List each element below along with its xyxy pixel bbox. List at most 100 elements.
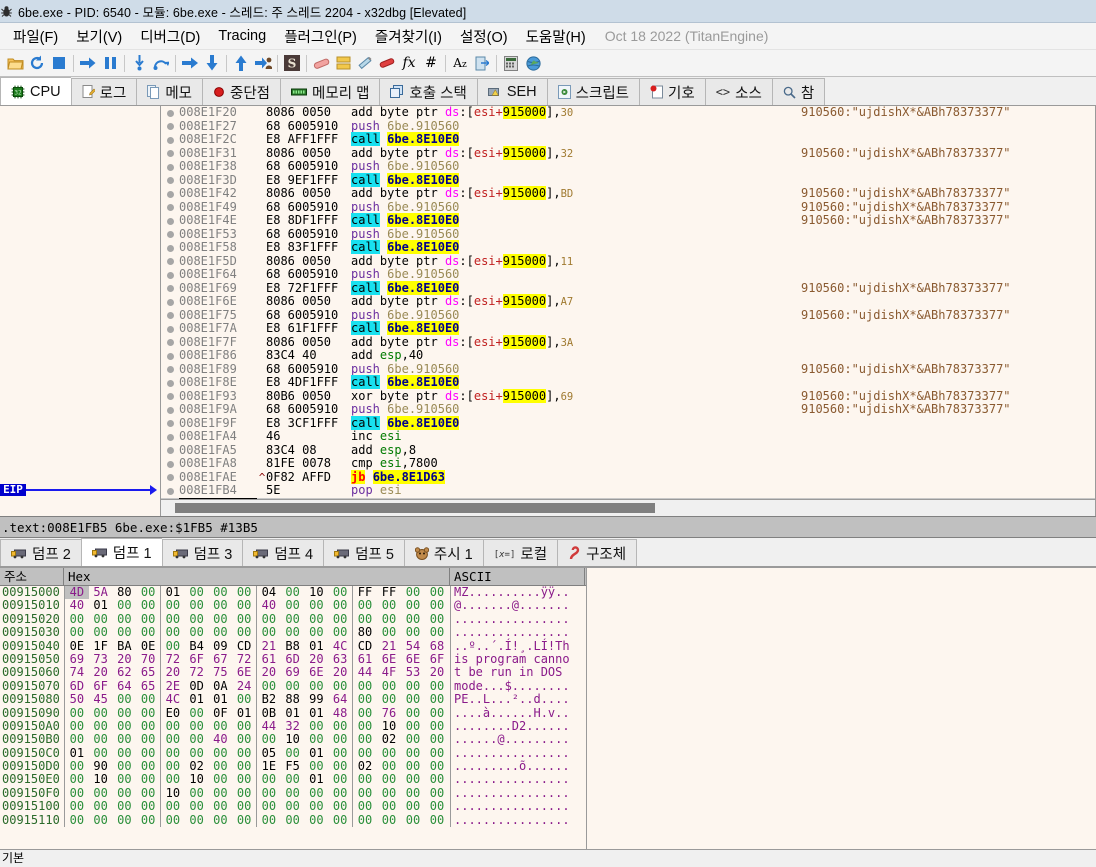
patch-icon[interactable] bbox=[310, 52, 332, 74]
tab-dump-5[interactable]: 덤프 5 bbox=[323, 539, 404, 566]
disassembly-row[interactable]: 008E1F3D E8 9EF1FFF call 6be.8E10E0 bbox=[161, 172, 1095, 188]
hex-byte[interactable]: CD bbox=[232, 639, 256, 653]
hex-byte[interactable]: 10 bbox=[305, 585, 329, 599]
disassembly-row[interactable]: 008E1FB4 5E pop esi bbox=[161, 483, 1095, 498]
hex-row-ascii[interactable]: ..º..´.Í!¸.LÍ!Th bbox=[450, 639, 585, 653]
disassembly-row[interactable]: 008E1F5D 8086 0050 add byte ptr ds:[esi+91… bbox=[161, 253, 1095, 269]
hex-byte[interactable]: 00 bbox=[377, 799, 401, 813]
hex-byte[interactable]: 01 bbox=[305, 639, 329, 653]
hex-byte[interactable]: 80 bbox=[113, 585, 137, 599]
hex-byte[interactable]: 6F bbox=[425, 652, 449, 666]
hex-byte[interactable]: 4F bbox=[377, 665, 401, 679]
hex-byte[interactable]: 00 bbox=[113, 773, 137, 787]
hex-byte[interactable]: 00 bbox=[89, 612, 113, 626]
hex-byte[interactable]: 6E bbox=[401, 652, 425, 666]
disassembly-row[interactable]: 008E1F69 E8 72F1FFF call 6be.8E10E0 910560:… bbox=[161, 280, 1095, 296]
hex-byte[interactable]: 00 bbox=[185, 746, 209, 760]
hex-byte[interactable]: 01 bbox=[209, 692, 233, 706]
hex-byte[interactable]: 00 bbox=[401, 773, 425, 787]
breakpoint-dot-icon[interactable] bbox=[167, 204, 174, 211]
breakpoint-dot-icon[interactable] bbox=[167, 312, 174, 319]
hex-byte[interactable]: 00 bbox=[281, 598, 305, 612]
hex-byte[interactable]: 00 bbox=[353, 598, 377, 612]
hex-byte[interactable]: 68 bbox=[425, 639, 449, 653]
hex-byte[interactable]: 10 bbox=[281, 732, 305, 746]
hex-byte[interactable]: 00 bbox=[377, 679, 401, 693]
hex-byte[interactable]: 00 bbox=[136, 746, 160, 760]
hex-byte[interactable]: 02 bbox=[185, 759, 209, 773]
disassembly-row[interactable]: 008E1F93 80B6 0050 xor byte ptr ds:[esi+91… bbox=[161, 388, 1095, 404]
disassembly-row[interactable]: 008E1F86 83C4 40 add esp,40 bbox=[161, 348, 1095, 363]
hex-byte[interactable]: 00 bbox=[161, 813, 185, 827]
hex-row-ascii[interactable]: ................ bbox=[450, 612, 585, 627]
hex-byte[interactable]: 00 bbox=[136, 786, 160, 800]
hex-byte[interactable]: 00 bbox=[209, 625, 233, 639]
hex-byte[interactable]: 00 bbox=[328, 759, 352, 773]
hex-row-ascii[interactable]: ................ bbox=[450, 813, 585, 828]
hex-byte[interactable]: 10 bbox=[161, 786, 185, 800]
hex-byte[interactable]: 00 bbox=[232, 773, 256, 787]
hex-byte[interactable]: 00 bbox=[65, 786, 89, 800]
hash-icon[interactable]: # bbox=[420, 52, 442, 74]
tab-notes[interactable]: 메모 bbox=[136, 78, 202, 105]
breakpoint-dot-icon[interactable] bbox=[167, 285, 174, 292]
tab-dump-1[interactable]: 덤프 1 bbox=[80, 538, 162, 566]
hex-byte[interactable]: 00 bbox=[136, 706, 160, 720]
disassembly-row[interactable]: 008E1F7A E8 61F1FFF call 6be.8E10E0 bbox=[161, 321, 1095, 336]
hex-byte[interactable]: 00 bbox=[161, 639, 185, 653]
hex-byte[interactable]: 00 bbox=[89, 732, 113, 746]
hex-byte[interactable]: 00 bbox=[209, 773, 233, 787]
tab-dump-2[interactable]: 덤프 2 bbox=[0, 539, 81, 566]
hex-byte[interactable]: 00 bbox=[305, 786, 329, 800]
hex-byte[interactable]: 00 bbox=[377, 598, 401, 612]
tab-breakpoints[interactable]: 중단점 bbox=[202, 78, 281, 105]
hex-byte[interactable]: 00 bbox=[328, 598, 352, 612]
hex-byte[interactable]: 00 bbox=[113, 746, 137, 760]
hex-byte[interactable]: FF bbox=[353, 585, 377, 599]
hex-byte[interactable]: 40 bbox=[65, 598, 89, 612]
breakpoint-dot-icon[interactable] bbox=[167, 298, 174, 306]
hex-byte[interactable]: 00 bbox=[328, 679, 352, 693]
hex-byte[interactable]: 2E bbox=[161, 679, 185, 693]
hex-byte[interactable]: 21 bbox=[257, 639, 281, 653]
hex-byte[interactable]: 54 bbox=[401, 639, 425, 653]
hex-row-ascii[interactable]: ................ bbox=[450, 625, 585, 640]
breakpoint-dot-icon[interactable] bbox=[167, 460, 174, 468]
column-header-address[interactable]: 주소 bbox=[0, 568, 64, 585]
hex-byte[interactable]: 00 bbox=[161, 746, 185, 760]
hex-byte[interactable]: 00 bbox=[161, 612, 185, 626]
hex-byte[interactable]: CD bbox=[353, 639, 377, 653]
disassembly-row[interactable]: 008E1F9F E8 3CF1FFF call 6be.8E10E0 bbox=[161, 415, 1095, 431]
pause-icon[interactable] bbox=[99, 52, 121, 74]
hex-byte[interactable]: 6E bbox=[232, 665, 256, 679]
disassembly-row[interactable]: 008E1F8E E8 4DF1FFF call 6be.8E10E0 bbox=[161, 375, 1095, 390]
tab-symbols[interactable]: 기호 bbox=[639, 78, 705, 105]
hex-byte[interactable]: B4 bbox=[185, 639, 209, 653]
hex-byte[interactable]: 00 bbox=[232, 732, 256, 746]
hex-byte[interactable]: 00 bbox=[377, 692, 401, 706]
hex-byte[interactable]: 64 bbox=[328, 692, 352, 706]
disassembly-row[interactable]: 008E1F49 68 6005910 push 6be.910560 910560:… bbox=[161, 200, 1095, 215]
tab-source[interactable]: <> 소스 bbox=[704, 78, 772, 105]
hex-byte[interactable]: 00 bbox=[185, 612, 209, 626]
hex-byte[interactable]: B2 bbox=[257, 692, 281, 706]
hex-byte[interactable]: 00 bbox=[89, 786, 113, 800]
disassembly-row[interactable]: 008E1FAE ^ 0F82 AFFD jb 6be.8E1D63 bbox=[161, 469, 1095, 485]
hex-byte[interactable]: 00 bbox=[209, 598, 233, 612]
hex-byte[interactable]: 99 bbox=[305, 692, 329, 706]
hex-byte[interactable]: 6E bbox=[305, 665, 329, 679]
hex-byte[interactable]: 00 bbox=[425, 692, 449, 706]
restart-icon[interactable] bbox=[26, 52, 48, 74]
hex-byte[interactable]: 00 bbox=[161, 759, 185, 773]
hex-byte[interactable]: 00 bbox=[328, 719, 352, 733]
handles-icon[interactable] bbox=[471, 52, 493, 74]
breakpoint-dot-icon[interactable] bbox=[167, 366, 174, 373]
hex-byte[interactable]: 10 bbox=[185, 773, 209, 787]
hex-byte[interactable]: 00 bbox=[425, 612, 449, 626]
hex-byte[interactable]: 00 bbox=[401, 719, 425, 733]
hex-byte[interactable]: 00 bbox=[425, 773, 449, 787]
hex-row-ascii[interactable]: ................ bbox=[450, 746, 585, 761]
hex-byte[interactable]: 69 bbox=[281, 665, 305, 679]
breakpoint-dot-icon[interactable] bbox=[167, 271, 174, 279]
hex-byte[interactable]: 00 bbox=[65, 759, 89, 773]
